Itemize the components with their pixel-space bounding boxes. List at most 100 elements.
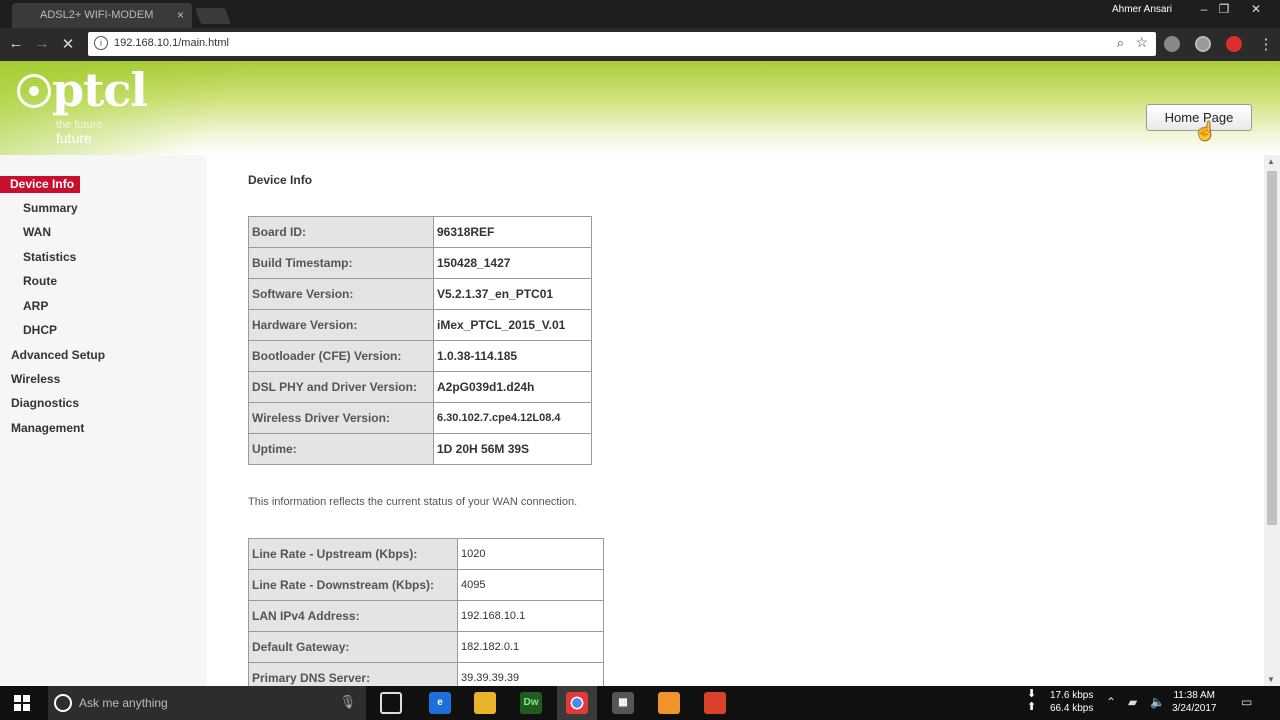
- table-row: Uptime: 1D 20H 56M 39S: [248, 433, 592, 465]
- row-value: 4095: [457, 569, 604, 601]
- router-header: ptcl the future future Home Page ☝: [0, 61, 1280, 155]
- sidebar-item-management[interactable]: Management: [11, 421, 84, 435]
- row-key: Software Version:: [248, 278, 434, 310]
- row-key: Line Rate - Downstream (Kbps):: [248, 569, 458, 601]
- scroll-up-icon[interactable]: ▲: [1267, 157, 1275, 166]
- row-key: Default Gateway:: [248, 631, 458, 663]
- logo-tagline-1: the future: [56, 119, 103, 131]
- row-value: 6.30.102.7.cpe4.12L08.4: [433, 402, 592, 434]
- chrome-menu-icon[interactable]: ⋮: [1256, 35, 1276, 53]
- sidebar-item-diagnostics[interactable]: Diagnostics: [11, 396, 79, 410]
- row-value: A2pG039d1.d24h: [433, 371, 592, 403]
- windows-start-icon[interactable]: [14, 695, 30, 711]
- row-key: Bootloader (CFE) Version:: [248, 340, 434, 372]
- page-scrollbar[interactable]: ▲ ▼: [1264, 155, 1280, 686]
- microphone-icon[interactable]: 🎙: [339, 694, 356, 710]
- row-key: DSL PHY and Driver Version:: [248, 371, 434, 403]
- bookmark-star-icon[interactable]: ☆: [1135, 34, 1148, 51]
- sidebar-menu: Device Info Summary WAN Statistics Route…: [0, 155, 207, 686]
- wifi-icon[interactable]: ▰: [1128, 695, 1137, 709]
- app-icon-red[interactable]: [704, 692, 726, 714]
- address-url[interactable]: 192.168.10.1/main.html: [114, 37, 229, 49]
- sidebar-item-arp[interactable]: ARP: [23, 299, 48, 313]
- back-arrow-icon[interactable]: ←: [6, 35, 26, 52]
- edge-icon[interactable]: e: [429, 692, 451, 714]
- ptcl-logo-text: ptcl: [52, 63, 148, 117]
- row-key: Uptime:: [248, 433, 434, 465]
- tray-chevron-icon[interactable]: ⌃: [1106, 695, 1116, 709]
- sidebar-item-summary[interactable]: Summary: [23, 201, 78, 215]
- forward-arrow-icon[interactable]: →: [32, 35, 52, 52]
- sidebar-item-device-info[interactable]: Device Info: [0, 176, 81, 193]
- device-info-table: Board ID: 96318REF Build Timestamp: 150428…: [248, 216, 592, 465]
- table-row: Line Rate - Downstream (Kbps): 4095: [248, 569, 604, 601]
- tab-close-icon[interactable]: ×: [177, 8, 184, 22]
- logo-tagline: the future future: [56, 119, 102, 145]
- stop-loading-icon[interactable]: ✕: [58, 35, 78, 53]
- wan-info-table: Line Rate - Upstream (Kbps): 1020 Line Ra…: [248, 538, 604, 694]
- download-speed: 66.4 kbps: [1050, 703, 1094, 714]
- search-placeholder[interactable]: Ask me anything: [79, 696, 168, 710]
- header-swoosh: [0, 61, 300, 155]
- notifications-icon[interactable]: ▭: [1241, 695, 1252, 709]
- browser-user-name[interactable]: Ahmer Ansari: [1112, 4, 1172, 15]
- row-key: Line Rate - Upstream (Kbps):: [248, 538, 458, 570]
- row-value: 96318REF: [433, 216, 592, 248]
- row-key: Build Timestamp:: [248, 247, 434, 279]
- table-row: Default Gateway: 182.182.0.1: [248, 631, 604, 663]
- row-value: 192.168.10.1: [457, 600, 604, 632]
- scroll-down-icon[interactable]: ▼: [1267, 675, 1275, 684]
- row-key: Board ID:: [248, 216, 434, 248]
- table-row: Bootloader (CFE) Version: 1.0.38-114.185: [248, 340, 592, 372]
- row-value: 1020: [457, 538, 604, 570]
- clock-time: 11:38 AM: [1173, 690, 1215, 701]
- task-view-icon[interactable]: [380, 692, 402, 714]
- row-value: V5.2.1.37_en_PTC01: [433, 278, 592, 310]
- cortana-icon[interactable]: [54, 694, 72, 712]
- sidebar-item-dhcp[interactable]: DHCP: [23, 323, 57, 337]
- sidebar-item-statistics[interactable]: Statistics: [23, 250, 76, 264]
- volume-icon[interactable]: 🔈: [1150, 695, 1165, 709]
- upload-speed: 17.6 kbps: [1050, 690, 1094, 701]
- dreamweaver-icon[interactable]: Dw: [520, 692, 542, 714]
- cortana-search-box[interactable]: Ask me anything 🎙: [48, 686, 366, 720]
- mouse-pointer-icon: ☝: [1194, 121, 1217, 141]
- file-explorer-icon[interactable]: [474, 692, 496, 714]
- windows-taskbar: Ask me anything 🎙 e Dw ▦ ⬇ ⬆ 17.6 kbps 66…: [0, 686, 1280, 720]
- address-bar[interactable]: i 192.168.10.1/main.html ⌕ ☆: [88, 32, 1156, 56]
- app-icon-orange[interactable]: [658, 692, 680, 714]
- sidebar-item-advanced-setup[interactable]: Advanced Setup: [11, 348, 105, 362]
- table-row: Line Rate - Upstream (Kbps): 1020: [248, 538, 604, 570]
- new-tab-button[interactable]: [195, 8, 231, 24]
- ptcl-logo-mark: [17, 74, 51, 108]
- page-title: Device Info: [248, 173, 313, 187]
- wan-status-note: This information reflects the current st…: [248, 496, 578, 508]
- red-extension-icon[interactable]: [1226, 36, 1242, 52]
- browser-tab[interactable]: ADSL2+ WIFI-MODEM ×: [12, 3, 192, 28]
- browser-titlebar: ADSL2+ WIFI-MODEM × Ahmer Ansari – ❐ ✕: [0, 0, 1280, 28]
- table-row: Software Version: V5.2.1.37_en_PTC01: [248, 278, 592, 310]
- maximize-icon[interactable]: ❐: [1212, 2, 1236, 16]
- taskbar-clock[interactable]: 11:38 AM 3/24/2017: [1172, 689, 1217, 715]
- row-value: 1D 20H 56M 39S: [433, 433, 592, 465]
- row-key: Wireless Driver Version:: [248, 402, 434, 434]
- table-row: DSL PHY and Driver Version: A2pG039d1.d24…: [248, 371, 592, 403]
- scrollbar-thumb[interactable]: [1267, 171, 1277, 525]
- window-close-icon[interactable]: ✕: [1244, 2, 1268, 16]
- row-key: LAN IPv4 Address:: [248, 600, 458, 632]
- row-key: Hardware Version:: [248, 309, 434, 341]
- calculator-icon[interactable]: ▦: [612, 692, 634, 714]
- table-row: Wireless Driver Version: 6.30.102.7.cpe4.…: [248, 402, 592, 434]
- sidebar-item-wireless[interactable]: Wireless: [11, 372, 60, 386]
- tab-title: ADSL2+ WIFI-MODEM: [40, 9, 154, 21]
- sidebar-item-route[interactable]: Route: [23, 274, 57, 288]
- table-row: Hardware Version: iMex_PTCL_2015_V.01: [248, 309, 592, 341]
- zoom-icon[interactable]: ⌕: [1117, 35, 1124, 51]
- extension-icon[interactable]: [1164, 36, 1180, 52]
- chrome-icon[interactable]: [566, 692, 588, 714]
- table-row: LAN IPv4 Address: 192.168.10.1: [248, 600, 604, 632]
- globe-extension-icon[interactable]: [1195, 36, 1211, 52]
- site-info-icon[interactable]: i: [94, 36, 108, 50]
- sidebar-item-wan[interactable]: WAN: [23, 225, 51, 239]
- table-row: Build Timestamp: 150428_1427: [248, 247, 592, 279]
